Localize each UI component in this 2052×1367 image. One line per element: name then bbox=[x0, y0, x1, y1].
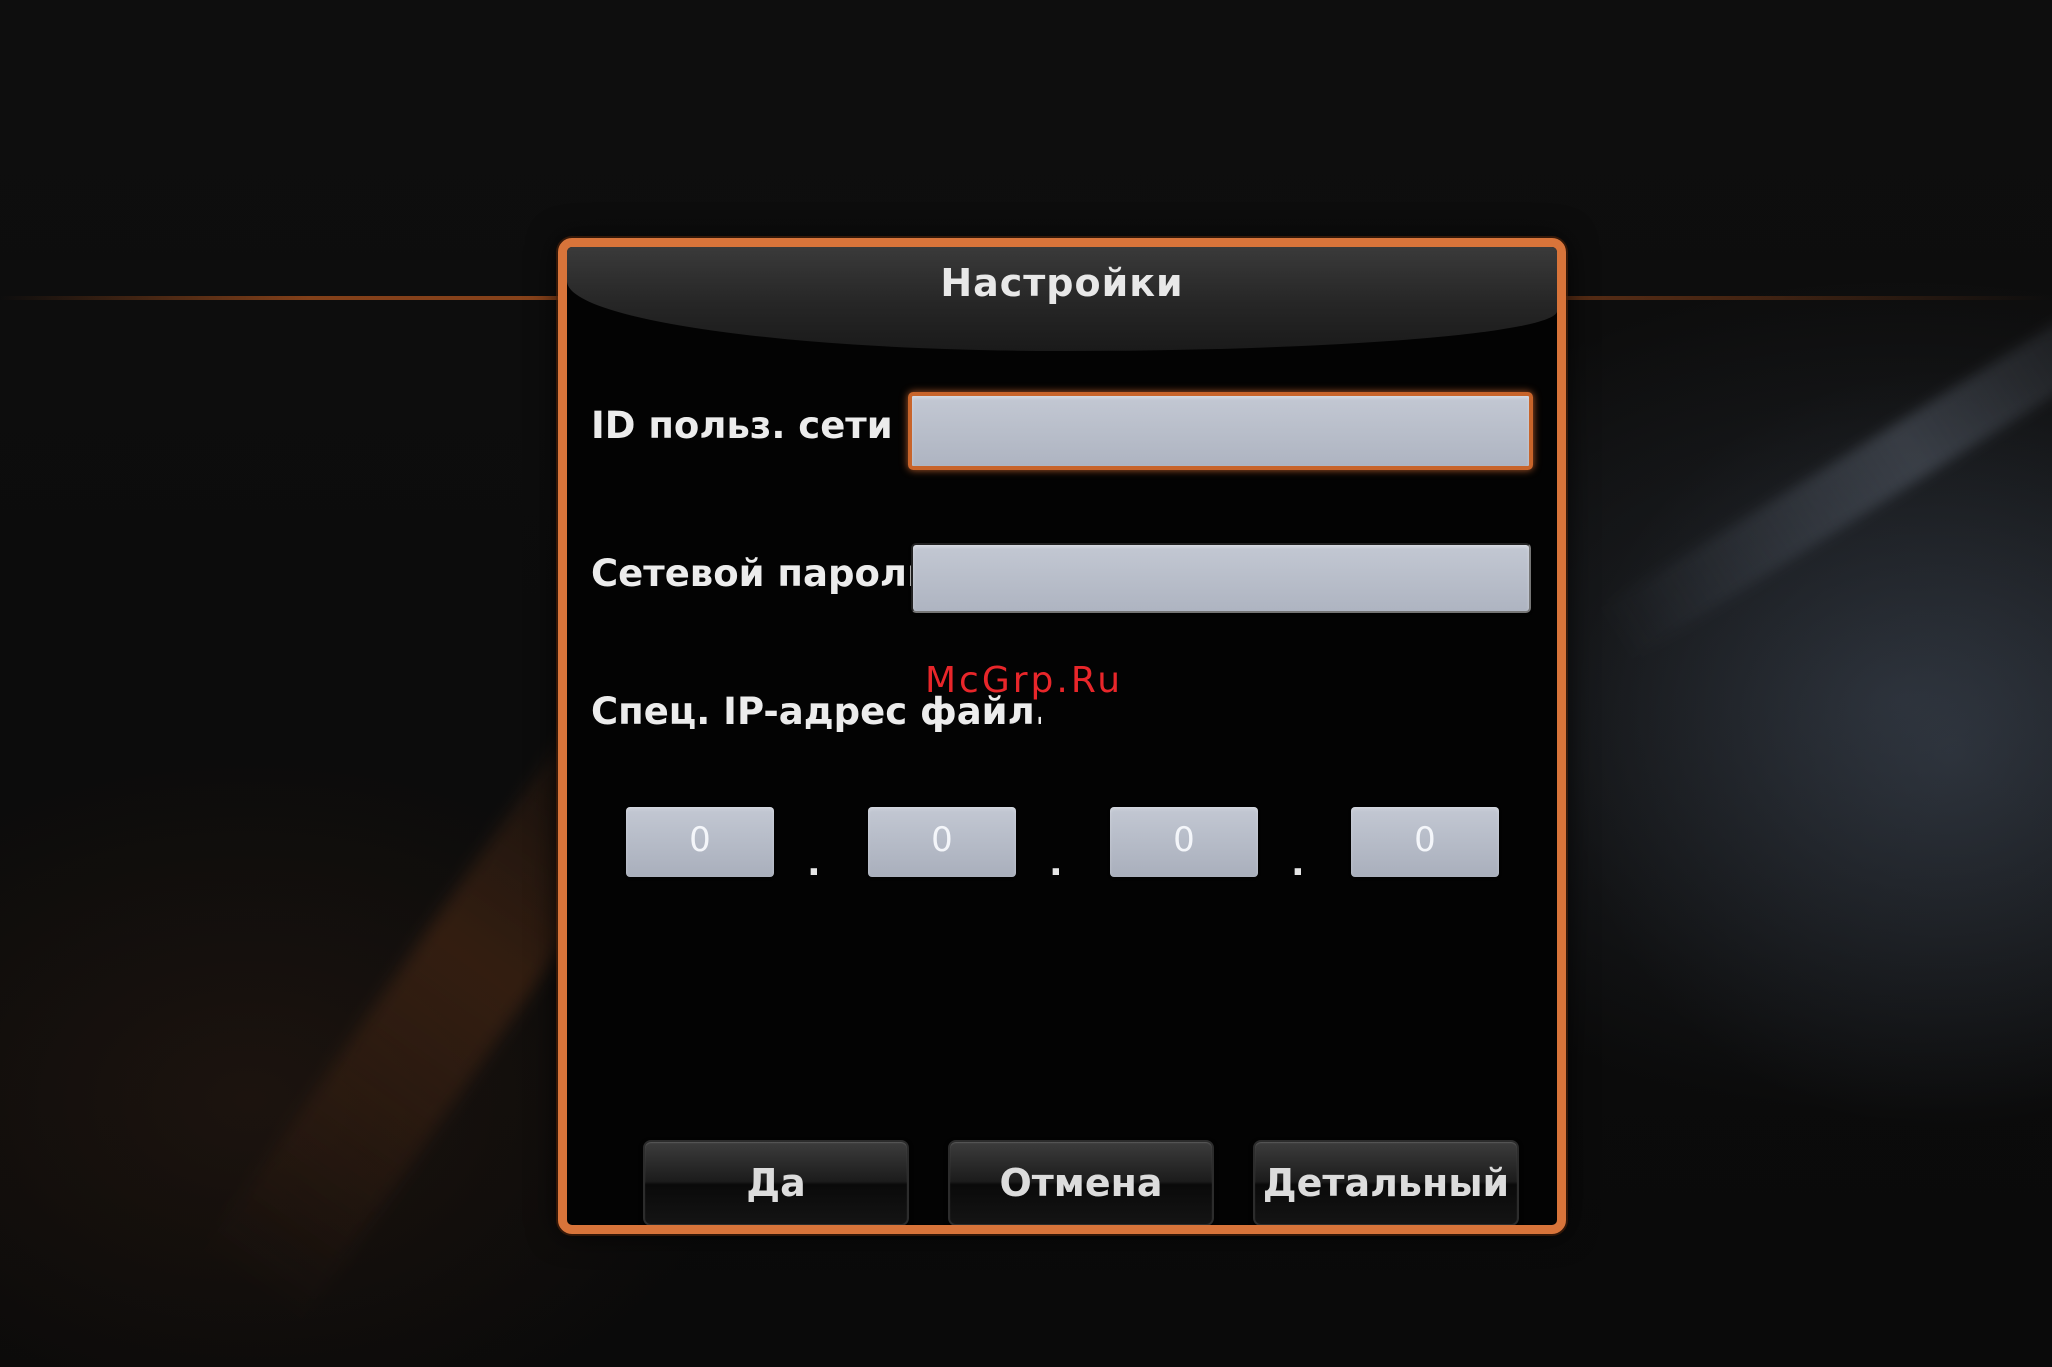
dialog-titlebar: Настройки bbox=[567, 247, 1557, 351]
ip-octet-4-input[interactable]: 0 bbox=[1351, 807, 1499, 877]
ip-octet-2-input[interactable]: 0 bbox=[868, 807, 1016, 877]
background-light-ray bbox=[1597, 239, 2052, 661]
user-id-label: ID польз. сети bbox=[591, 404, 893, 447]
screen: Настройки ID польз. сети Сетевой пароль … bbox=[0, 0, 2052, 1367]
password-input[interactable] bbox=[911, 543, 1531, 613]
user-id-input[interactable] bbox=[908, 392, 1533, 470]
ip-separator: . bbox=[807, 843, 821, 884]
cancel-button[interactable]: Отмена bbox=[948, 1140, 1214, 1225]
ip-octet-3-input[interactable]: 0 bbox=[1110, 807, 1258, 877]
ip-octet-1-input[interactable]: 0 bbox=[626, 807, 774, 877]
settings-dialog: Настройки ID польз. сети Сетевой пароль … bbox=[558, 238, 1566, 1234]
advanced-button[interactable]: Детальный bbox=[1253, 1140, 1519, 1225]
watermark-text: McGrp.Ru bbox=[925, 660, 1124, 701]
password-label: Сетевой пароль bbox=[591, 552, 931, 595]
ok-button[interactable]: Да bbox=[643, 1140, 909, 1225]
ip-separator: . bbox=[1291, 843, 1305, 884]
dialog-title: Настройки bbox=[940, 261, 1184, 305]
ip-separator: . bbox=[1049, 843, 1063, 884]
